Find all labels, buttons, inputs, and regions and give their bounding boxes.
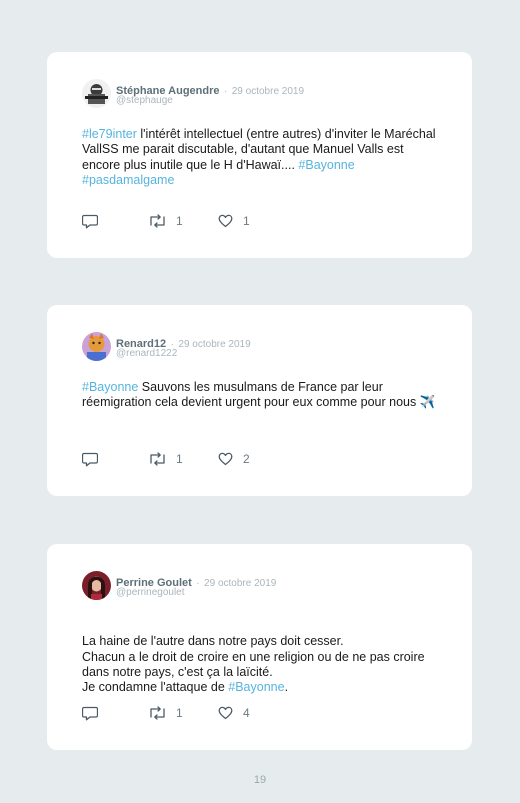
speech-bubble-icon xyxy=(82,214,98,229)
hashtag-link[interactable]: #le79inter xyxy=(82,127,137,141)
tweet-date[interactable]: 29 octobre 2019 xyxy=(204,578,276,589)
heart-icon xyxy=(218,706,233,720)
heart-icon xyxy=(218,214,233,228)
hashtag-link[interactable]: #pasdamalgame xyxy=(82,173,174,187)
tweet-date[interactable]: 29 octobre 2019 xyxy=(232,86,304,97)
reply-button[interactable] xyxy=(82,214,98,229)
retweet-count: 1 xyxy=(176,452,183,466)
avatar[interactable] xyxy=(82,571,111,600)
tweet-text: #Bayonne Sauvons les musulmans de France… xyxy=(82,380,442,411)
author-handle[interactable]: @stephauge xyxy=(116,95,173,106)
retweet-arrows-icon xyxy=(150,452,165,466)
retweet-arrows-icon xyxy=(150,214,165,228)
tweet-text: #le79inter l'intérêt intellectuel (entre… xyxy=(82,127,442,188)
tweet-actions: 1 2 xyxy=(82,452,332,468)
heart-icon xyxy=(218,452,233,466)
tweet-card: Stéphane Augendre · 29 octobre 2019 @ste… xyxy=(47,52,472,258)
like-button[interactable]: 4 xyxy=(218,706,250,720)
author-handle[interactable]: @perrinegoulet xyxy=(116,587,185,598)
tweet-header: Renard12 · 29 octobre 2019 @renard1222 xyxy=(82,332,452,362)
retweet-button[interactable]: 1 xyxy=(149,214,183,228)
speech-bubble-icon xyxy=(82,452,98,467)
tweet-header: Stéphane Augendre · 29 octobre 2019 @ste… xyxy=(82,79,452,109)
tweet-actions: 1 1 xyxy=(82,214,332,230)
tweet-date[interactable]: 29 octobre 2019 xyxy=(178,339,250,350)
text-segment: . xyxy=(284,680,289,695)
like-button[interactable]: 1 xyxy=(218,214,250,228)
retweet-arrows-icon xyxy=(150,706,165,720)
reply-button[interactable] xyxy=(82,452,98,467)
reply-button[interactable] xyxy=(82,706,98,721)
tweet-card: Perrine Goulet · 29 octobre 2019 @perrin… xyxy=(47,544,472,750)
retweet-count: 1 xyxy=(176,706,183,720)
like-button[interactable]: 2 xyxy=(218,452,250,466)
retweet-button[interactable]: 1 xyxy=(149,452,183,466)
retweet-button[interactable]: 1 xyxy=(149,706,183,720)
hashtag-link[interactable]: #Bayonne xyxy=(298,158,354,172)
separator-dot: · xyxy=(196,578,200,589)
tweet-actions: 1 4 xyxy=(82,706,332,722)
hashtag-link[interactable]: #Bayonne xyxy=(82,380,138,394)
page-number: 19 xyxy=(253,774,267,786)
hashtag-link[interactable]: #Bayonne xyxy=(228,680,284,694)
tweet-card: Renard12 · 29 octobre 2019 @renard1222 #… xyxy=(47,305,472,496)
tweet-text: La haine de l'autre dans notre pays doit… xyxy=(82,619,442,695)
author-handle[interactable]: @renard1222 xyxy=(116,348,177,359)
avatar[interactable] xyxy=(82,332,111,361)
avatar[interactable] xyxy=(82,79,111,108)
retweet-count: 1 xyxy=(176,214,183,228)
separator-dot: · xyxy=(223,86,228,97)
like-count: 1 xyxy=(243,214,250,228)
speech-bubble-icon xyxy=(82,706,98,721)
tweet-header: Perrine Goulet · 29 octobre 2019 @perrin… xyxy=(82,571,452,601)
like-count: 4 xyxy=(243,706,250,720)
like-count: 2 xyxy=(243,452,250,466)
